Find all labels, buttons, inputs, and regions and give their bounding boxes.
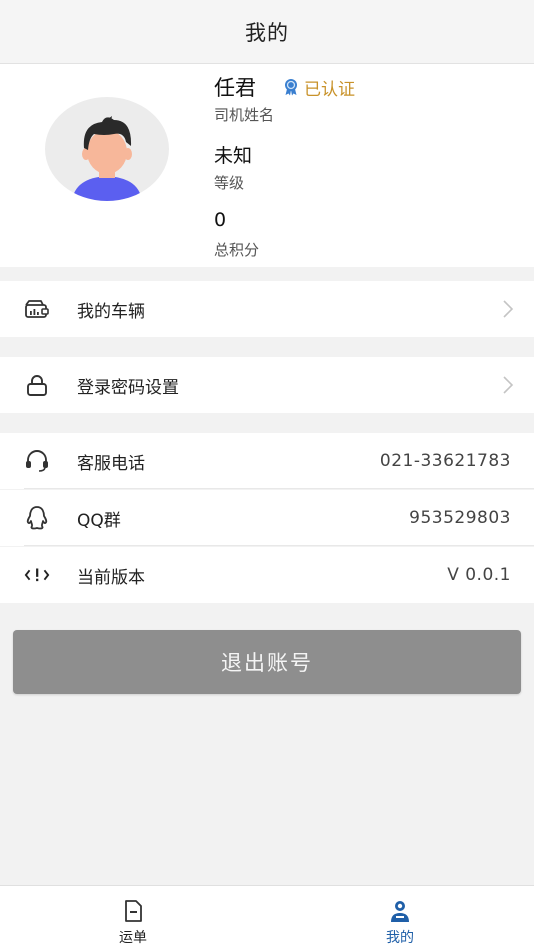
- page-title: 我的: [245, 20, 289, 45]
- logout-button[interactable]: 退出账号: [13, 630, 521, 694]
- service-phone-value: 021-33621783: [379, 451, 511, 471]
- profile-card: 任君 已认证 司机姓名 未知 等级 0 总积分: [0, 64, 534, 267]
- qq-icon: [24, 505, 50, 531]
- certified-badge-icon: [285, 79, 297, 96]
- bottom-tab-bar: 运单 我的: [0, 885, 534, 950]
- tab-waybill-label: 运单: [119, 930, 147, 946]
- driver-name-caption: 司机姓名: [214, 106, 275, 124]
- level-value: 未知: [214, 145, 253, 167]
- document-icon: [125, 900, 142, 922]
- driver-name: 任君: [214, 76, 256, 100]
- vehicle-icon: [24, 296, 50, 322]
- row-divider: [24, 545, 534, 546]
- row-divider: [24, 488, 534, 489]
- my-vehicle-label: 我的车辆: [77, 301, 145, 322]
- code-icon: [24, 562, 50, 588]
- points-caption: 总积分: [214, 241, 260, 259]
- tab-mine-label: 我的: [386, 930, 414, 946]
- verified-text: 已认证: [304, 79, 355, 100]
- headset-icon: [24, 448, 50, 474]
- menu-item-my-vehicle[interactable]: 我的车辆: [0, 281, 534, 337]
- menu-item-password-settings[interactable]: 登录密码设置: [0, 357, 534, 413]
- profile-page: 我的 任君 已认证 司机姓名 未知 等级 0 总积分 我的车辆 登录密码设置 客…: [0, 0, 534, 950]
- avatar: [44, 96, 170, 202]
- tab-waybill[interactable]: 运单: [83, 886, 183, 950]
- menu-item-qq-group[interactable]: QQ群 953529803: [0, 490, 534, 546]
- avatar-icon: [45, 97, 169, 201]
- logout-label: 退出账号: [221, 651, 313, 675]
- chevron-right-icon: [503, 300, 514, 318]
- level-caption: 等级: [214, 174, 245, 192]
- current-version-value: V 0.0.1: [447, 565, 511, 585]
- menu-item-service-phone[interactable]: 客服电话 021-33621783: [0, 433, 534, 489]
- password-settings-label: 登录密码设置: [77, 377, 179, 398]
- qq-group-value: 953529803: [409, 508, 511, 528]
- menu-item-current-version: 当前版本 V 0.0.1: [0, 547, 534, 603]
- user-icon: [391, 901, 409, 922]
- chevron-right-icon: [503, 376, 514, 394]
- current-version-label: 当前版本: [77, 567, 145, 588]
- name-row: 任君 已认证: [214, 72, 355, 102]
- tab-mine[interactable]: 我的: [350, 886, 450, 950]
- verified-badge: 已认证: [282, 75, 355, 100]
- lock-icon: [24, 372, 50, 398]
- points-value: 0: [214, 209, 227, 231]
- nav-header: 我的: [0, 0, 534, 64]
- service-phone-label: 客服电话: [77, 453, 145, 474]
- qq-group-label: QQ群: [77, 510, 121, 531]
